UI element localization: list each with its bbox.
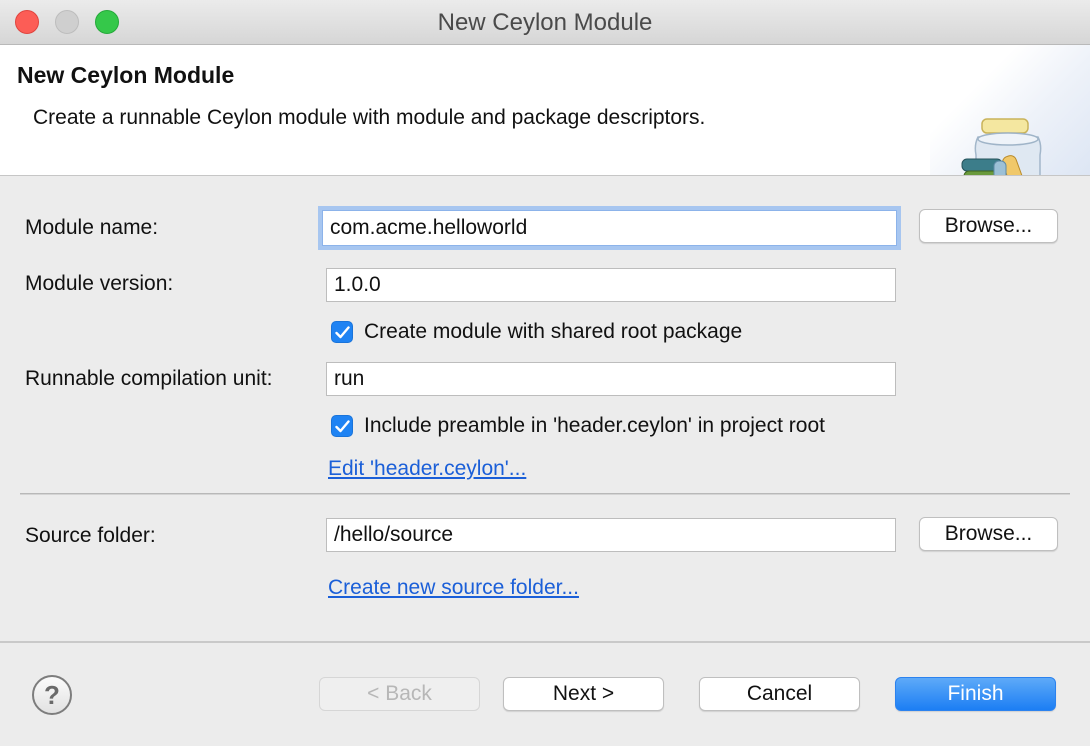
window-title: New Ceylon Module xyxy=(437,9,653,36)
module-version-field[interactable] xyxy=(326,268,896,302)
cancel-button[interactable]: Cancel xyxy=(699,677,860,711)
compilation-unit-field[interactable] xyxy=(326,362,896,396)
source-folder-label: Source folder: xyxy=(25,524,156,547)
ceylon-module-jar-icon xyxy=(961,118,1042,175)
source-folder-browse-button[interactable]: Browse... xyxy=(919,517,1058,551)
module-version-label: Module version: xyxy=(25,272,174,295)
finish-button[interactable]: Finish xyxy=(895,677,1056,711)
banner-description: Create a runnable Ceylon module with mod… xyxy=(33,106,706,129)
shared-root-package-checkbox[interactable] xyxy=(331,321,353,343)
edit-header-link[interactable]: Edit 'header.ceylon'... xyxy=(328,457,526,481)
module-name-field[interactable] xyxy=(322,210,897,246)
back-button[interactable]: < Back xyxy=(319,677,480,711)
shared-root-package-label: Create module with shared root package xyxy=(364,320,743,343)
include-preamble-label: Include preamble in 'header.ceylon' in p… xyxy=(364,414,825,437)
compilation-unit-label: Runnable compilation unit: xyxy=(25,367,273,390)
help-icon[interactable]: ? xyxy=(32,675,72,715)
module-name-label: Module name: xyxy=(25,216,159,239)
source-folder-field[interactable] xyxy=(326,518,896,552)
title-bar: New Ceylon Module xyxy=(0,0,1090,45)
next-button[interactable]: Next > xyxy=(503,677,664,711)
include-preamble-checkbox[interactable] xyxy=(331,415,353,437)
create-source-folder-link[interactable]: Create new source folder... xyxy=(328,576,579,600)
wizard-banner: New Ceylon Module Create a runnable Ceyl… xyxy=(0,45,1090,176)
module-browse-button[interactable]: Browse... xyxy=(919,209,1058,243)
section-divider xyxy=(20,493,1070,495)
footer-divider xyxy=(0,641,1090,643)
banner-title: New Ceylon Module xyxy=(17,62,235,88)
